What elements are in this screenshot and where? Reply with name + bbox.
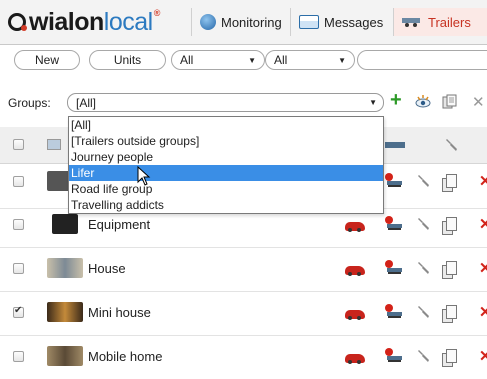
copy-icon[interactable] [442,349,457,367]
filter-select-2[interactable]: All ▼ [265,50,355,70]
car-icon [345,310,365,320]
filter-select-1[interactable]: All ▼ [171,50,265,70]
dropdown-option-road-life-group[interactable]: Road life group [69,181,383,197]
delete-icon[interactable]: ✕ [479,172,487,190]
logo-text-wialon: wialon [29,7,104,36]
dropdown-option-travelling-addicts[interactable]: Travelling addicts [69,197,383,213]
chevron-down-icon: ▼ [248,55,256,65]
globe-icon [200,14,216,30]
units-button[interactable]: Units [89,50,166,70]
messages-icon [299,15,319,29]
search-input[interactable] [357,50,487,70]
row-checkbox[interactable] [13,219,24,230]
tab-trailers-label: Trailers [428,14,471,30]
delete-icon[interactable]: ✕ [479,303,487,321]
row-checkbox[interactable] [13,263,24,274]
wrench-column-icon [444,137,460,153]
groups-row: Groups: [All] ▼ + ✕ [0,89,487,113]
logo-registered-mark: ® [153,7,161,18]
unit-thumbnail [52,214,78,234]
car-icon [345,266,365,276]
delete-icon[interactable]: ✕ [479,259,487,277]
logo-circle-icon [8,13,27,31]
tab-messages[interactable]: Messages [290,8,390,36]
row-checkbox[interactable] [13,305,24,318]
filter-select-2-value: All [274,53,288,67]
wrench-icon[interactable] [416,173,432,189]
trailer-status-icon [385,216,405,230]
row-checkbox[interactable] [13,176,24,187]
copy-icon[interactable] [442,217,457,235]
row-checkbox[interactable] [13,351,24,362]
groups-select-value: [All] [76,95,97,110]
filter-row: New Units All ▼ All ▼ [0,50,487,72]
table-row[interactable]: Mobile home ✕ [0,335,487,379]
unit-thumbnail [47,346,83,366]
groups-label: Groups: [8,96,51,110]
unit-name: Mini house [88,305,151,320]
trailer-status-icon [385,348,405,362]
top-bar: wialonlocal® Monitoring Messages Trailer… [0,0,487,45]
wrench-icon[interactable] [416,304,432,320]
dropdown-option-all[interactable]: [All] [69,117,383,133]
unit-name: House [88,261,126,276]
tab-trailers[interactable]: Trailers [393,8,487,36]
delete-icon[interactable]: ✕ [479,215,487,233]
car-icon [345,354,365,364]
dropdown-option-journey-people[interactable]: Journey people [69,149,383,165]
wialon-local-logo: wialonlocal® [8,6,160,38]
table-row[interactable]: House ✕ [0,247,487,292]
logo-text-local: local [103,7,153,36]
groups-select[interactable]: [All] ▼ [67,93,384,112]
chevron-down-icon: ▼ [369,98,377,107]
car-icon [345,222,365,232]
unit-name: Equipment [88,217,151,232]
unit-thumbnail [47,302,83,322]
unit-thumbnail [47,258,83,278]
copy-icon[interactable] [442,94,458,113]
select-all-checkbox[interactable] [13,139,24,150]
trailer-column-icon [385,142,405,148]
wrench-icon[interactable] [416,216,432,232]
trailer-status-icon [385,173,405,187]
unit-name: Mobile home [88,349,163,364]
tab-monitoring-label: Monitoring [221,14,282,30]
new-button[interactable]: New [14,50,80,70]
delete-icon[interactable]: ✕ [479,347,487,365]
trailer-status-icon [385,260,405,274]
wrench-icon[interactable] [416,260,432,276]
chevron-down-icon: ▼ [338,55,346,65]
add-icon[interactable]: + [390,89,402,112]
copy-icon[interactable] [442,174,457,192]
groups-dropdown-list[interactable]: [All] [Trailers outside groups] Journey … [68,116,384,214]
table-row[interactable]: Mini house ✕ [0,291,487,336]
wrench-icon[interactable] [416,348,432,364]
trailer-status-icon [385,304,405,318]
image-column-icon [47,139,61,150]
filter-select-1-value: All [180,53,194,67]
copy-icon[interactable] [442,305,457,323]
tab-monitoring[interactable]: Monitoring [191,8,286,36]
visibility-icon[interactable] [414,94,432,113]
dropdown-option-lifer[interactable]: Lifer [69,165,383,181]
mouse-cursor-icon [137,166,151,186]
tab-messages-label: Messages [324,14,384,30]
copy-icon[interactable] [442,261,457,279]
dropdown-option-outside-groups[interactable]: [Trailers outside groups] [69,133,383,149]
trailer-icon [402,16,424,28]
delete-icon[interactable]: ✕ [472,93,485,111]
